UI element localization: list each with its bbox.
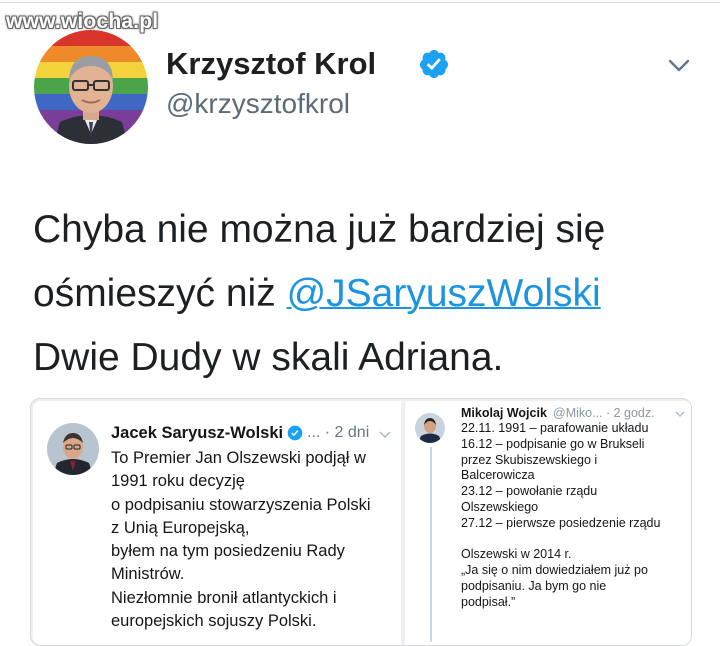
embedded-avatar-right xyxy=(415,413,445,443)
embedded-author-left: Jacek Saryusz-Wolski xyxy=(111,424,284,442)
embedded-avatar-left xyxy=(47,423,99,475)
author-name[interactable]: Krzysztof Krol xyxy=(166,46,376,82)
embedded-line: podpisaniu. Ja bym go nie xyxy=(461,578,607,593)
embedded-line: Niezłomnie bronił atlantyckich i xyxy=(111,588,337,607)
embedded-tweet-right: Mikolaj Wojcik @Miko... · 2 godz. 22.11.… xyxy=(405,401,691,645)
tweet-line-3: Dwie Dudy w skali Adriana. xyxy=(33,336,504,379)
embedded-text-left: To Premier Jan Olszewski podjął w 1991 r… xyxy=(111,447,396,633)
embedded-line: 27.12 – pierwsze posiedzenie rządu xyxy=(461,515,661,530)
embedded-meta-left: ... · 2 dni xyxy=(307,424,370,441)
embedded-line: byłem na tym posiedzeniu Rady xyxy=(111,542,345,561)
embedded-line: Ministrów. xyxy=(111,565,185,584)
chevron-down-icon xyxy=(379,431,391,439)
author-avatar[interactable] xyxy=(34,30,148,144)
tweet-text: Chyba nie można już bardziej się ośmiesz… xyxy=(33,198,703,390)
embedded-line: Olszewskiego xyxy=(461,499,539,514)
verified-badge-icon xyxy=(419,50,448,78)
embedded-line: z Unią Europejską, xyxy=(111,518,250,537)
tweet-line-2-text: ośmieszyć niż xyxy=(33,272,287,315)
embedded-line: Olszewski w 2014 r. xyxy=(461,547,572,562)
embedded-line: przez Skubiszewskiego i xyxy=(461,452,598,467)
embedded-line: To Premier Jan Olszewski podjął w xyxy=(111,449,366,467)
author-handle[interactable]: @krzysztofkrol xyxy=(166,88,350,120)
chevron-down-icon[interactable] xyxy=(666,56,692,76)
chevron-down-icon xyxy=(675,411,685,417)
embedded-text-right: 22.11. 1991 – parafowanie układu 16.12 –… xyxy=(461,421,689,611)
embedded-image[interactable]: Jacek Saryusz-Wolski ... · 2 dni To Prem… xyxy=(30,398,692,646)
mention-link[interactable]: @JSaryuszWolski xyxy=(287,272,601,315)
tweet-line-1: Chyba nie można już bardziej się xyxy=(33,208,606,251)
embedded-line: 23.12 – powołanie rządu xyxy=(461,484,598,499)
embedded-meta-right: @Miko... · 2 godz. xyxy=(553,406,655,420)
embedded-line: europejskich sojuszy Polski. xyxy=(111,612,317,631)
verified-badge-icon xyxy=(287,425,303,441)
embedded-line: „Ja się o nim dowiedziałem już po xyxy=(461,563,648,578)
embedded-line: 16.12 – podpisanie go w Brukseli xyxy=(461,436,645,451)
embedded-line: 1991 roku decyzję xyxy=(111,472,245,491)
top-divider xyxy=(0,2,720,3)
embedded-author-right: Mikolaj Wojcik xyxy=(461,406,547,420)
embedded-line: podpisał.” xyxy=(461,594,516,609)
embedded-line: 22.11. 1991 – parafowanie układu xyxy=(461,421,649,435)
thread-line xyxy=(430,447,432,642)
embedded-tweet-left: Jacek Saryusz-Wolski ... · 2 dni To Prem… xyxy=(33,401,401,645)
embedded-line: Balcerowicza xyxy=(461,468,535,483)
tweet-line-2: ośmieszyć niż @JSaryuszWolski xyxy=(33,262,703,326)
embedded-line: o podpisaniu stowarzyszenia Polski xyxy=(111,495,371,514)
